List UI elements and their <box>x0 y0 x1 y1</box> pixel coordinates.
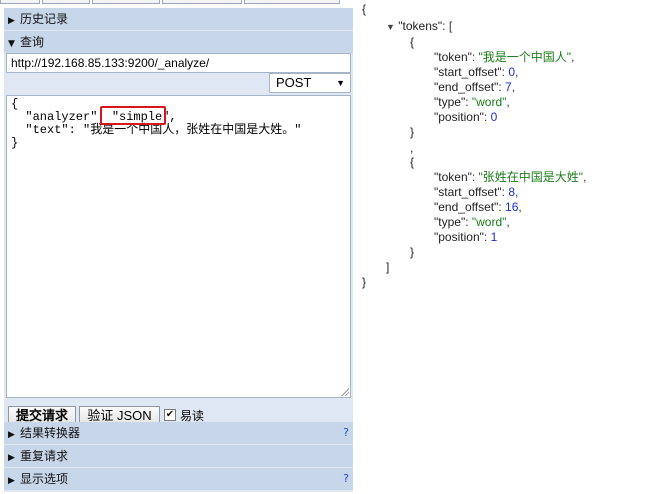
body-line: } <box>11 136 19 150</box>
tokens-row: ▼ "tokens": [ <box>386 19 453 33</box>
json-field-row: "end_offset": 7, <box>434 80 516 94</box>
method-select[interactable]: POST ▼ <box>269 73 351 93</box>
method-selected-value: POST <box>276 75 312 90</box>
json-field-row: "type": "word", <box>434 215 510 229</box>
triangle-right-icon: ▶ <box>8 16 15 26</box>
json-field-row: "token": "张姓在中国是大姓", <box>434 170 587 184</box>
transformer-label: 结果转换器 <box>20 426 81 440</box>
query-label: 查询 <box>20 35 45 49</box>
query-section-header[interactable]: ▼ 查询 <box>4 31 353 53</box>
triangle-down-icon: ▼ <box>8 39 15 49</box>
json-number-value: 1 <box>490 230 498 244</box>
repeat-label: 重复请求 <box>20 449 69 463</box>
json-object-open: { <box>410 155 415 169</box>
checkmark-icon: ✔ <box>165 409 175 420</box>
json-field-row: "start_offset": 8, <box>434 185 519 199</box>
json-open-bracket: [ <box>448 19 453 33</box>
help-icon[interactable]: ? <box>343 422 349 444</box>
history-label: 历史记录 <box>20 12 69 26</box>
top-tab[interactable] <box>244 0 340 4</box>
analyzer-highlight-box <box>100 106 166 125</box>
method-path-spacer <box>6 73 269 93</box>
triangle-right-icon: ▶ <box>8 476 15 486</box>
json-open-brace: { <box>362 2 367 16</box>
json-number-value: 7 <box>505 80 512 94</box>
query-panel: ▶ 历史记录 ▼ 查询 http://192.168.85.133:9200/_an… <box>4 8 353 492</box>
top-tab[interactable] <box>92 0 160 4</box>
json-field-row: "start_offset": 0, <box>434 65 519 79</box>
json-comma: , <box>410 141 414 155</box>
pretty-print-checkbox[interactable]: ✔ <box>164 409 176 421</box>
json-string-value: "我是一个中国人" <box>478 50 572 64</box>
json-key: "tokens" <box>398 19 443 33</box>
transformer-section-header[interactable]: ▶ 结果转换器 ? <box>4 422 353 444</box>
top-tab[interactable] <box>42 0 90 4</box>
json-field-row: "token": "我是一个中国人", <box>434 50 575 64</box>
json-field-row: "position": 0 <box>434 110 498 124</box>
display-label: 显示选项 <box>20 472 69 486</box>
request-body-editor[interactable]: { "analyzer": "simple", "text": "我是一个中国人… <box>6 95 351 398</box>
json-object-close: } <box>410 245 415 259</box>
help-icon[interactable]: ? <box>343 468 349 490</box>
json-field-row: "end_offset": 16, <box>434 200 522 214</box>
top-tab[interactable] <box>0 0 40 4</box>
collapse-toggle-icon[interactable]: ▼ <box>386 22 395 32</box>
top-tab[interactable] <box>162 0 242 4</box>
top-tab-strip <box>0 0 360 6</box>
repeat-section-header[interactable]: ▶ 重复请求 <box>4 445 353 467</box>
display-section-header[interactable]: ▶ 显示选项 ? <box>4 468 353 490</box>
json-close-bracket: ] <box>386 260 390 274</box>
body-line: "text": "我是一个中国人，张姓在中国是大姓。" <box>11 123 302 137</box>
response-viewer: { ▼ "tokens": [ { "token": "我是一个中国人", "s… <box>358 0 650 494</box>
triangle-right-icon: ▶ <box>8 453 15 463</box>
json-string-value: "word" <box>471 95 507 109</box>
json-field-row: "position": 1 <box>434 230 498 244</box>
json-string-value: "word" <box>471 215 507 229</box>
json-field-row: "type": "word", <box>434 95 510 109</box>
json-object-open: { <box>410 35 415 49</box>
json-string-value: "张姓在中国是大姓" <box>478 170 584 184</box>
json-close-brace: } <box>362 275 367 289</box>
history-section-header[interactable]: ▶ 历史记录 <box>4 8 353 30</box>
json-object-close: } <box>410 125 415 139</box>
resize-grip-icon[interactable] <box>340 387 349 396</box>
method-row: POST ▼ <box>6 73 351 93</box>
json-number-value: 0 <box>490 110 498 124</box>
url-input[interactable]: http://192.168.85.133:9200/_analyze/ <box>6 53 351 73</box>
triangle-right-icon: ▶ <box>8 430 15 440</box>
chevron-down-icon: ▼ <box>336 78 345 88</box>
json-number-value: 16 <box>505 200 519 214</box>
